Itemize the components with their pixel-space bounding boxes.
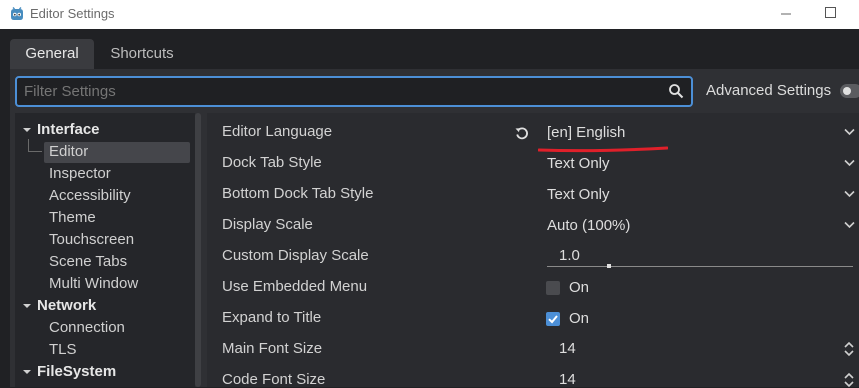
slider-handle[interactable] <box>607 264 611 268</box>
annotation-underline <box>538 146 668 153</box>
expand-to-title-state: On <box>569 310 590 327</box>
chevron-down-icon[interactable] <box>844 159 855 167</box>
property-label-bottom-dock-tab-style: Bottom Dock Tab Style <box>222 185 374 202</box>
bottom-dock-tab-style-dropdown[interactable]: Text Only <box>547 186 610 203</box>
filter-settings-input[interactable] <box>15 76 693 107</box>
tree-item-scene-tabs[interactable]: Scene Tabs <box>49 253 127 270</box>
tree-connector <box>28 139 29 151</box>
property-label-main-font-size: Main Font Size <box>222 340 323 357</box>
dock-tab-style-dropdown[interactable]: Text Only <box>547 155 610 172</box>
checkmark-icon <box>548 315 558 324</box>
tab-general[interactable]: General <box>10 39 94 69</box>
custom-display-scale-value[interactable]: 1.0 <box>559 247 580 264</box>
property-label-code-font-size: Code Font Size <box>222 371 326 388</box>
tab-shortcuts[interactable]: Shortcuts <box>96 39 188 69</box>
tree-section-interface[interactable]: Interface <box>37 121 100 138</box>
tree-item-multi-window[interactable]: Multi Window <box>49 275 138 292</box>
chevron-down-icon[interactable] <box>844 128 855 136</box>
tree-item-touchscreen[interactable]: Touchscreen <box>49 231 134 248</box>
chevron-down-icon[interactable] <box>23 126 31 134</box>
code-font-size-spinbox[interactable]: 14 <box>559 371 576 388</box>
property-label-expand-to-title: Expand to Title <box>222 309 322 326</box>
expand-to-title-checkbox[interactable] <box>546 312 560 326</box>
use-embedded-menu-state: On <box>569 279 590 296</box>
chevron-down-icon[interactable] <box>844 221 855 229</box>
custom-display-scale-slider[interactable] <box>547 266 853 267</box>
window-titlebar: Editor Settings <box>0 0 859 29</box>
use-embedded-menu-checkbox[interactable] <box>546 281 560 295</box>
spinbox-arrows-icon[interactable] <box>843 341 855 357</box>
property-label-use-embedded-menu: Use Embedded Menu <box>222 278 368 295</box>
chevron-down-icon[interactable] <box>844 190 855 198</box>
tree-connector <box>28 151 42 152</box>
tree-scrollbar[interactable] <box>195 113 201 387</box>
property-label-editor-language: Editor Language <box>222 123 333 140</box>
tree-item-theme[interactable]: Theme <box>49 209 96 226</box>
chevron-down-icon[interactable] <box>23 302 31 310</box>
tab-bar: General Shortcuts <box>0 29 859 69</box>
tree-section-network[interactable]: Network <box>37 297 96 314</box>
minimize-icon[interactable] <box>780 6 792 22</box>
main-font-size-spinbox[interactable]: 14 <box>559 340 576 357</box>
property-label-custom-display-scale: Custom Display Scale <box>222 247 369 264</box>
property-label-display-scale: Display Scale <box>222 216 313 233</box>
advanced-settings-toggle[interactable] <box>840 84 859 98</box>
editor-language-dropdown[interactable]: [en] English <box>547 124 625 141</box>
window-title: Editor Settings <box>30 6 115 21</box>
display-scale-dropdown[interactable]: Auto (100%) <box>547 217 630 234</box>
tree-item-inspector[interactable]: Inspector <box>49 165 111 182</box>
tree-section-filesystem[interactable]: FileSystem <box>37 363 116 380</box>
revert-icon[interactable] <box>514 125 530 141</box>
tree-item-connection[interactable]: Connection <box>49 319 125 336</box>
chevron-down-icon[interactable] <box>23 368 31 376</box>
maximize-icon[interactable] <box>825 7 836 18</box>
search-icon[interactable] <box>668 83 684 99</box>
spinbox-arrows-icon[interactable] <box>843 372 855 388</box>
property-label-dock-tab-style: Dock Tab Style <box>222 154 322 171</box>
godot-icon <box>11 7 23 20</box>
advanced-settings-label: Advanced Settings <box>706 82 832 99</box>
tree-item-tls[interactable]: TLS <box>49 341 77 358</box>
tree-item-accessibility[interactable]: Accessibility <box>49 187 131 204</box>
tree-item-editor[interactable]: Editor <box>49 143 88 160</box>
